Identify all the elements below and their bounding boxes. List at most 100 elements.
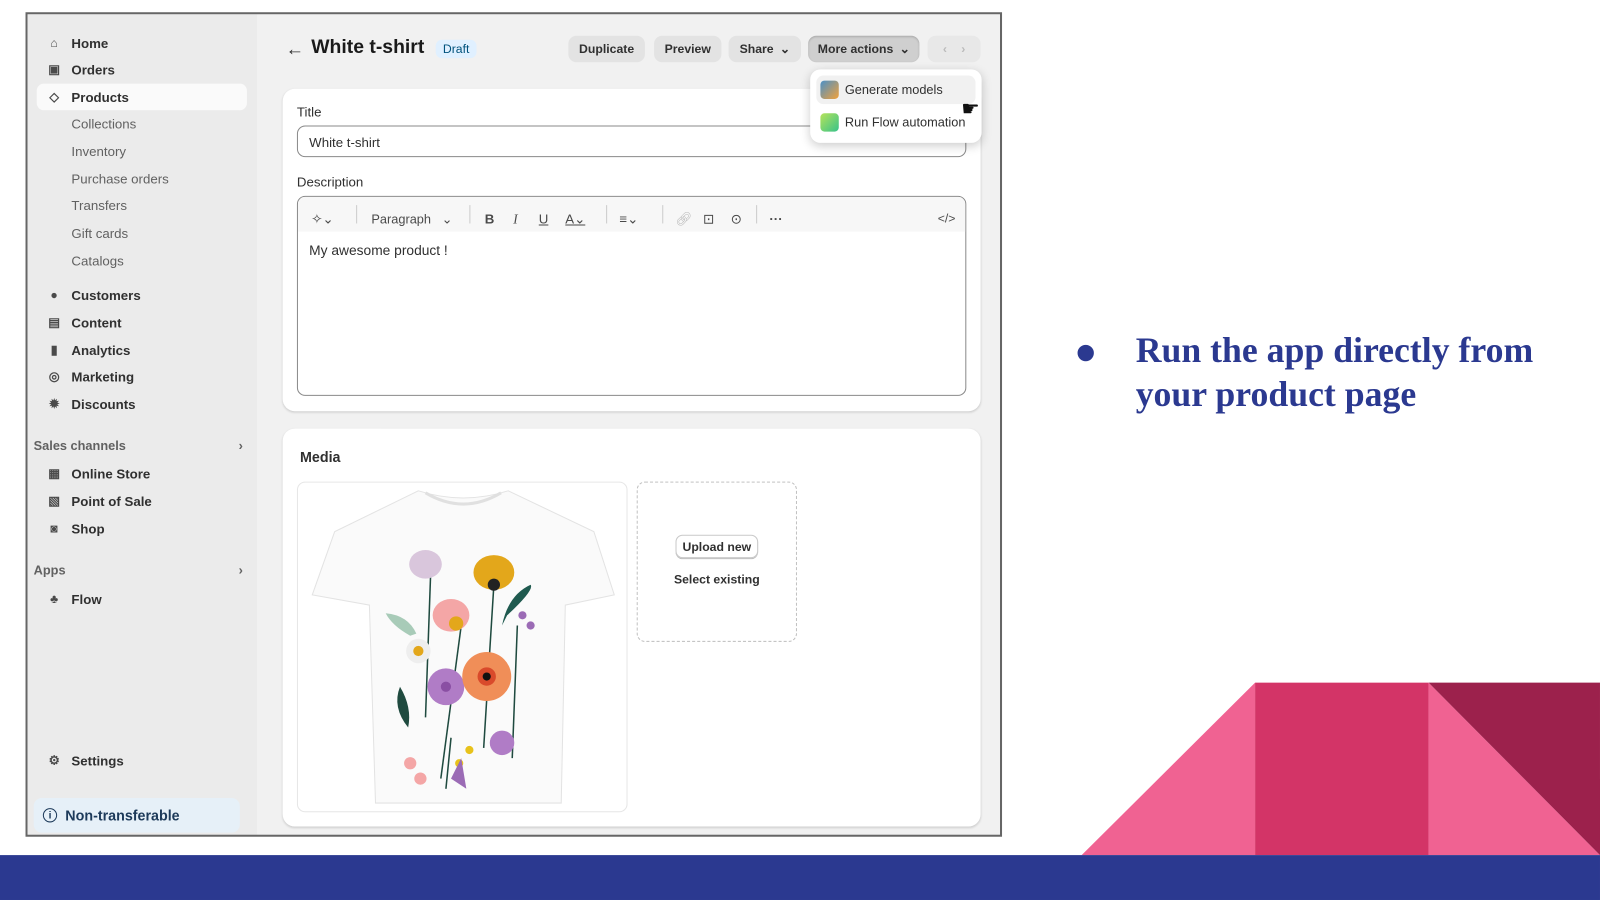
sidebar-item-shop[interactable]: ◙ Shop [37,515,247,542]
apps-header[interactable]: Apps › [34,563,243,577]
label: Settings [71,752,124,768]
bar-chart-icon: ▮ [50,342,58,358]
align-icon[interactable]: ≡⌄ [619,211,638,227]
pos-icon: ▧ [48,493,60,509]
paragraph-select[interactable]: Paragraph ⌄ [371,211,452,226]
bullet-dot [1077,344,1094,362]
sidebar-item-customers[interactable]: ● Customers [37,282,247,309]
sidebar-item-marketing[interactable]: ◎ Marketing [37,363,247,390]
content-icon: ▤ [48,315,60,330]
label: Duplicate [579,41,635,57]
label: More actions [817,41,894,57]
back-arrow-icon[interactable]: ← [286,39,304,60]
sidebar-item-settings[interactable]: ⚙ Settings [37,747,247,774]
upload-new-button[interactable]: Upload new [675,534,759,559]
share-button[interactable]: Share ⌄ [728,35,802,63]
preview-button[interactable]: Preview [654,35,722,63]
menu-item-generate-models[interactable]: Generate models [816,75,976,105]
store-icon: ▦ [48,466,60,481]
label: Online Store [71,465,151,482]
media-dropzone[interactable]: Upload new Select existing [636,481,797,642]
link-icon[interactable]: 🔗︎ [676,211,693,227]
next-icon[interactable]: › [961,42,965,56]
duplicate-button[interactable]: Duplicate [568,35,645,63]
hand-cursor-icon: ☛ [961,97,980,121]
tshirt-illustration [311,490,615,804]
sidebar-item-flow[interactable]: ♣ Flow [37,586,247,613]
flow-icon: ♣ [50,591,59,607]
sidebar-sub-inventory[interactable]: Inventory [71,144,126,159]
label: Share [739,41,774,57]
sales-channels-header[interactable]: Sales channels › [34,439,243,453]
more-actions-menu: Generate models Run Flow automation [810,69,982,143]
product-image-tshirt[interactable] [296,481,628,813]
italic-icon[interactable]: I [513,211,517,227]
more-actions-button[interactable]: More actions ⌄ [808,35,920,63]
video-icon[interactable]: ⊙ [731,211,742,227]
media-card: Media Upload new Select existing [282,428,981,827]
description-editor: ✧⌄ Paragraph ⌄ B I U A⌄ ≡⌄ 🔗︎ ⊡ ⊙ ··· </… [296,195,967,396]
sidebar-item-discounts[interactable]: ✹ Discounts [37,391,247,418]
gear-icon: ⚙ [48,753,60,768]
label: Run Flow automation [844,115,966,130]
sidebar-item-products[interactable]: ◇ Products [36,83,247,111]
label: Marketing [71,368,135,385]
target-icon: ◎ [48,369,60,384]
sidebar-sub-gift-cards[interactable]: Gift cards [71,226,128,241]
shop-icon: ◙ [50,521,58,536]
description-label: Description [296,174,364,190]
editor-toolbar: ✧⌄ Paragraph ⌄ B I U A⌄ ≡⌄ 🔗︎ ⊡ ⊙ ··· </… [297,196,966,232]
bullet-line-1: Run the app directly from [1135,330,1534,371]
bold-icon[interactable]: B [485,211,495,226]
image-icon[interactable]: ⊡ [703,211,714,227]
magenta-rect [1255,682,1429,856]
chevron-down-icon: ⌄ [779,41,790,57]
sidebar-item-orders[interactable]: ▣ Orders [37,56,247,83]
home-icon: ⌂ [50,35,58,50]
label: Flow [71,591,102,607]
label: Customers [71,287,141,303]
sidebar-sub-collections[interactable]: Collections [71,116,136,131]
flow-app-icon [820,113,839,132]
underline-icon[interactable]: U [539,211,549,226]
non-transferable-badge[interactable]: i Non-transferable [33,797,240,833]
label: Preview [664,41,711,57]
sidebar-item-content[interactable]: ▤ Content [37,309,247,336]
label: Shop [71,520,105,537]
label: Products [71,89,129,105]
pink-triangle-left [1081,682,1256,856]
discount-icon: ✹ [48,396,60,412]
sidebar-item-point-of-sale[interactable]: ▧ Point of Sale [37,488,247,515]
person-icon: ● [50,287,58,303]
label: Analytics [71,342,131,358]
navy-footer-bar [0,855,1600,900]
chevron-right-icon: › [238,438,243,454]
sidebar-item-analytics[interactable]: ▮ Analytics [37,337,247,364]
text-color-icon[interactable]: A⌄ [565,211,585,227]
info-icon: i [42,808,58,823]
sidebar-item-online-store[interactable]: ▦ Online Store [37,460,247,487]
ai-magic-icon[interactable]: ✧⌄ [311,211,333,227]
label: Point of Sale [71,493,152,509]
previous-icon[interactable]: ‹ [943,42,947,56]
sidebar-sub-catalogs[interactable]: Catalogs [71,253,123,268]
menu-item-run-flow-automation[interactable]: Run Flow automation [816,108,975,137]
app-screenshot: ⌂ Home ▣ Orders ◇ Products Collections Inve… [25,12,1003,837]
title-label: Title [296,104,322,120]
chevron-right-icon: › [238,563,243,578]
select-existing-link[interactable]: Select existing [638,572,796,586]
code-view-icon[interactable]: </> [938,211,956,225]
label: Sales channels [33,438,126,454]
sidebar-item-home[interactable]: ⌂ Home [37,30,247,57]
label: Content [71,314,122,331]
sidebar-sub-transfers[interactable]: Transfers [71,198,127,213]
label: Home [71,35,109,51]
label: Non-transferable [65,807,180,824]
label: Apps [33,563,66,578]
label: Discounts [71,396,136,412]
sidebar-sub-purchase-orders[interactable]: Purchase orders [71,171,168,186]
more-icon[interactable]: ··· [769,211,782,226]
description-text[interactable]: My awesome product ! [309,243,448,258]
bullet-line-2: your product page [1135,374,1417,415]
main-content: ← White t-shirt Draft Duplicate Preview … [257,14,1000,835]
